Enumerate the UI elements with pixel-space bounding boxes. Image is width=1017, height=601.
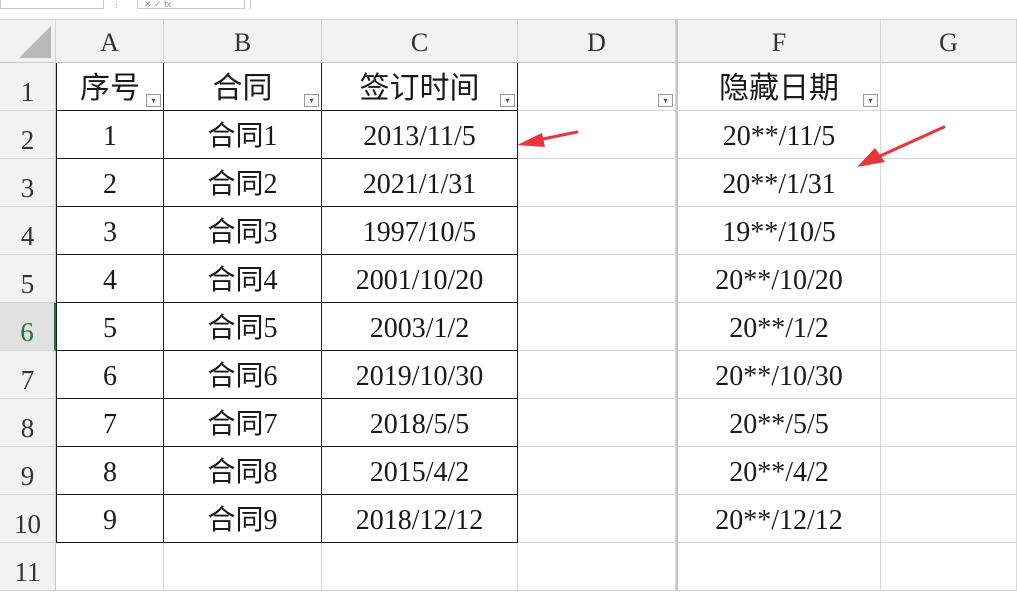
red-arrow-left — [517, 130, 579, 147]
red-arrow-right — [857, 125, 946, 167]
annotation-arrows — [517, 125, 946, 167]
